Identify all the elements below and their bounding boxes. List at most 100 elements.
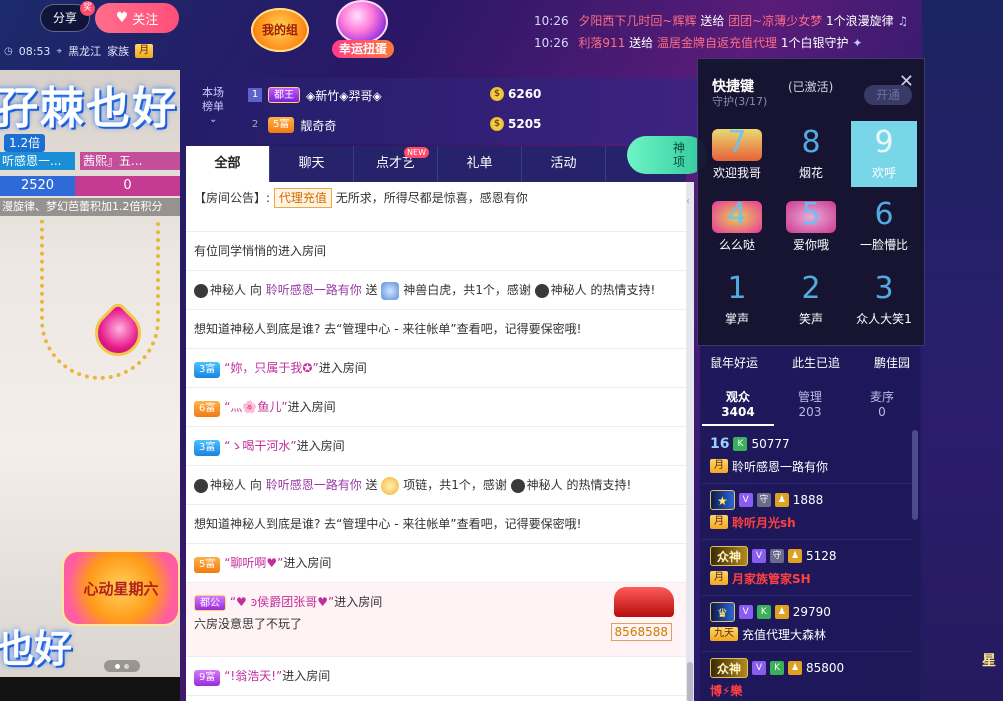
tab-talent[interactable]: 点才艺 NEW [354,146,438,182]
pk-left-name: 听感恩一... [0,152,75,170]
shortcut-key-6[interactable]: 6 一脸懵比 [851,193,917,259]
chevron-down-icon[interactable]: ⌄ [209,114,217,125]
rank-number: 2 [251,119,259,130]
god-item-button[interactable]: 神 项 [627,136,707,174]
tab-label: 活动 [550,156,577,171]
marquee-time: 10:26 [534,36,569,50]
chat-message-vip: 都公 “♥ ͽ侯爵团张哥♥”进入房间 六房没意思了不玩了 8568588 [186,583,686,657]
tab-label: 管理 [797,390,822,404]
tab-count: 203 [798,405,822,419]
mystery-user-icon [194,283,208,298]
tab-count: 3404 [721,405,755,419]
live-video[interactable]: 孖棘也好 1.2倍 听感恩一... 茜熙』五... 2520 0 漫旋律、梦幻芭… [0,70,180,701]
star-button[interactable]: 星 [982,650,1003,674]
audience-scrollbar[interactable] [912,430,918,520]
notice-tag[interactable]: 代理充值 [273,188,332,208]
tab-mic-queue[interactable]: 麦序 0 [846,382,918,426]
chat-message: 9富 “!翁浩天!”进入房间 [186,657,686,696]
level-badge: 3富 [194,440,221,456]
user-id: 29790 [792,605,831,619]
mystery-user-icon [534,283,549,298]
msg-target[interactable]: 聆听感恩一路有你 [266,283,362,297]
shortcut-key-8[interactable]: 8 烟花 [778,121,844,187]
msg-text: 进入房间 [334,595,383,609]
marquee-target[interactable]: 温居金牌自返充值代理 [657,36,777,50]
chat-scrollbar[interactable] [686,182,694,701]
k-badge-icon: K [733,437,748,451]
audience-item[interactable]: ♛ V K ♟ 29790 九天 充值代理大森林 [702,596,912,652]
guard-name[interactable]: 此生已追 [792,354,840,371]
carousel-dots[interactable] [104,660,140,672]
shortcut-key-5[interactable]: 5 爱你哦 [778,193,844,259]
guard-name[interactable]: 鹏佳园 [874,354,910,371]
medal-icon: ♟ [788,549,803,563]
tab-label: 全部 [214,156,241,171]
tab-admin[interactable]: 管理 203 [774,382,846,426]
carousel-dot[interactable] [124,663,129,669]
msg-user[interactable]: “灬🌸鱼儿” [224,400,287,414]
marquee-target[interactable]: 团团~凉薄少女梦 [728,14,822,28]
open-guard-button[interactable]: 开通 [864,85,912,105]
my-group-button[interactable]: 我的组 [251,8,309,52]
user-id: 50777 [751,437,790,451]
mystery-user-icon [194,478,208,493]
audience-list[interactable]: 16 K 50777 月 聆听感恩一路有你 ★ V 守 ♟ 1888 月 聆听月… [702,428,912,701]
rank-user-name: ◈新竹◈羿哥◈ [306,88,382,103]
msg-target[interactable]: 聆听感恩一路有你 [266,478,362,492]
follow-label: 关注 [132,12,159,28]
marquee-user[interactable]: 利落911 [578,36,625,50]
shortcut-key-9[interactable]: 9 欢呼 [851,121,917,187]
chat-message: 想知道神秘人到底是谁? 去“管理中心 - 来往帐单”查看吧，记得要保密哦! [186,505,686,544]
tab-activity[interactable]: 活动 [522,146,606,182]
audience-item[interactable]: 众神 V K ♟ 85800 博⚡樂 [702,652,912,701]
chevron-left-icon[interactable]: ‹ [686,196,696,210]
necklace-effect [40,220,160,380]
tab-all[interactable]: 全部 [186,146,270,182]
msg-user[interactable]: “ゝ喝干河水” [224,439,296,453]
scroll-thumb[interactable] [687,662,693,701]
tab-audience[interactable]: 观众 3404 [702,382,774,426]
follow-button[interactable]: ♥ 关注 [95,3,179,33]
tab-gift-list[interactable]: 礼单 [438,146,522,182]
msg-user[interactable]: “妳，只属于我✪” [224,361,319,375]
tab-chat[interactable]: 聊天 [270,146,354,182]
room-time: 08:53 [18,44,51,58]
user-name: 聆听月光sh [732,515,796,530]
guard-badge-icon: 守 [770,549,785,563]
carousel-dot[interactable] [115,663,120,669]
chat-messages[interactable]: 【房间公告】: 代理充值 无所求，所得尽都是惊喜，感恩有你 有位同学悄悄的进入房… [186,182,686,701]
shortcut-key-7[interactable]: 7 欢迎我哥 [704,121,770,187]
marquee-line: 10:26 利落911 送给 温居金牌自返充值代理 1个白银守护 ✦ [534,32,934,54]
rank-row[interactable]: 2 5富 靓奇奇 [248,114,336,136]
shortcut-key-1[interactable]: 1 掌声 [704,267,770,333]
shortcut-key-2[interactable]: 2 笑声 [778,267,844,333]
marquee-item: 1个白银守护 [780,36,849,50]
lucky-egg-label: 幸运扭蛋 [332,40,394,58]
marquee-time: 10:26 [534,14,569,28]
lucky-egg-button[interactable]: 幸运扭蛋 [332,0,394,60]
msg-user[interactable]: “!翁浩天!” [224,669,282,683]
shortcut-key-3[interactable]: 3 众人大笑1 [851,267,917,333]
rank-user-name: 靓奇奇 [300,118,337,133]
rank-row[interactable]: 1 都王 ◈新竹◈羿哥◈ [248,84,382,106]
msg-user[interactable]: “聊听啊♥” [224,556,283,570]
msg-text: 神兽白虎，共1个，感谢 [403,283,531,297]
audience-item[interactable]: ★ V 守 ♟ 1888 月 聆听月光sh [702,484,912,540]
marquee-user[interactable]: 夕阳西下几时回~辉辉 [578,14,696,28]
shortcut-key-4[interactable]: 4 么么哒 [704,193,770,259]
msg-user[interactable]: “♥ ͽ侯爵团张哥♥” [230,595,334,609]
key-number: 7 [727,125,747,160]
share-button[interactable]: 分享 奖 [40,1,95,32]
new-badge: NEW [404,147,429,158]
family-badge: 九天 [710,627,738,641]
far-right-background [922,0,1003,701]
promo-banner[interactable]: 心动星期六 [62,550,180,626]
user-level: 16 [710,436,730,452]
level-badge: 5富 [268,117,295,133]
family-badge[interactable]: 月 [135,44,154,58]
guard-name[interactable]: 鼠年好运 [710,354,758,371]
v-badge-icon: V [738,605,753,619]
room-location: 黑龙江 [68,45,102,58]
audience-item[interactable]: 众神 V 守 ♟ 5128 月 月家族管家SH [702,540,912,596]
audience-item[interactable]: 16 K 50777 月 聆听感恩一路有你 [702,428,912,484]
